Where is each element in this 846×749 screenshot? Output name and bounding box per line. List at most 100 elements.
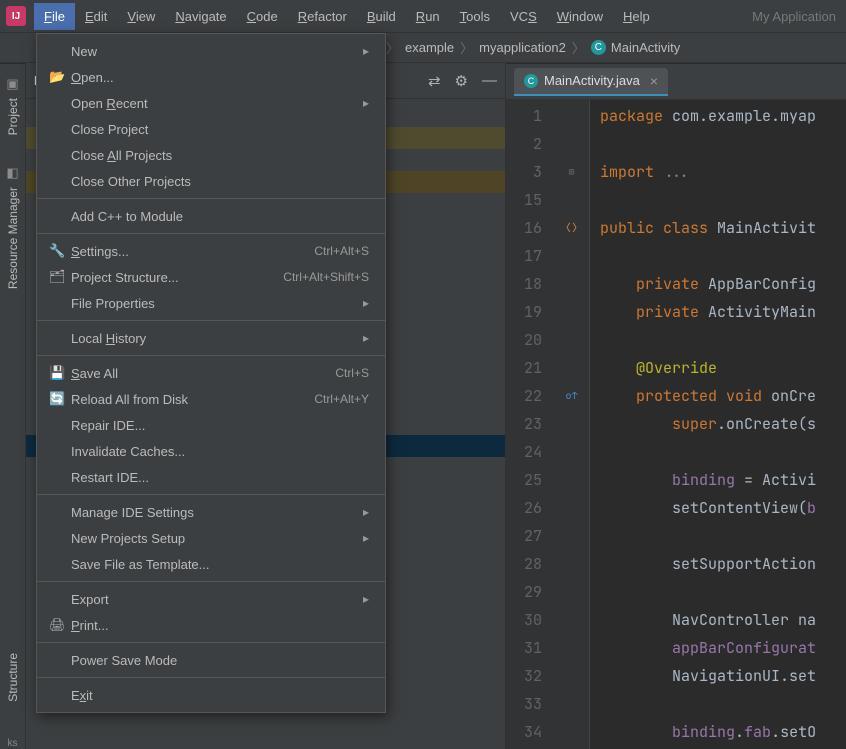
line-number: 21 xyxy=(506,354,542,382)
code-line xyxy=(600,690,846,718)
line-number: 26 xyxy=(506,494,542,522)
gutter-blank xyxy=(554,662,589,690)
menu-item-close-other-projects[interactable]: Close Other Projects xyxy=(37,168,385,194)
line-number: 25 xyxy=(506,466,542,494)
menu-item-label: Project Structure... xyxy=(71,270,283,285)
menu-item-invalidate-caches[interactable]: Invalidate Caches... xyxy=(37,438,385,464)
menu-item-label: Manage IDE Settings xyxy=(71,505,363,520)
menu-item-icon: 🗂 xyxy=(49,269,71,285)
menu-item-add-c-to-module[interactable]: Add C++ to Module xyxy=(37,203,385,229)
menu-item-label: Export xyxy=(71,592,363,607)
breadcrumb-item[interactable]: MainActivity xyxy=(611,40,680,55)
menu-tools[interactable]: Tools xyxy=(450,3,500,30)
line-number: 34 xyxy=(506,718,542,746)
menu-item-export[interactable]: Export▸ xyxy=(37,586,385,612)
gutter-fold-icon: ⊞ xyxy=(554,158,589,186)
menu-item-label: Restart IDE... xyxy=(71,470,369,485)
separator xyxy=(37,320,385,321)
close-icon[interactable]: × xyxy=(650,73,658,89)
menu-refactor[interactable]: Refactor xyxy=(288,3,357,30)
select-opened-icon[interactable]: ⇄ xyxy=(428,72,441,90)
menu-item-label: Close Project xyxy=(71,122,369,137)
menu-item-label: Repair IDE... xyxy=(71,418,369,433)
menu-item-save-file-as-template[interactable]: Save File as Template... xyxy=(37,551,385,577)
menu-item-reload-all-from-disk[interactable]: 🔄Reload All from DiskCtrl+Alt+Y xyxy=(37,386,385,412)
breadcrumb-item[interactable]: myapplication2 xyxy=(479,40,566,55)
breadcrumb-item[interactable]: example xyxy=(405,40,454,55)
gutter-blank xyxy=(554,494,589,522)
menu-item-new-projects-setup[interactable]: New Projects Setup▸ xyxy=(37,525,385,551)
menu-help[interactable]: Help xyxy=(613,3,660,30)
gutter-blank xyxy=(554,102,589,130)
line-number: 18 xyxy=(506,270,542,298)
gutter-blank xyxy=(554,298,589,326)
menu-navigate[interactable]: Navigate xyxy=(165,3,236,30)
chevron-right-icon: ▸ xyxy=(363,592,369,606)
menu-item-restart-ide[interactable]: Restart IDE... xyxy=(37,464,385,490)
menu-item-close-all-projects[interactable]: Close All Projects xyxy=(37,142,385,168)
menu-item-open-recent[interactable]: Open Recent▸ xyxy=(37,90,385,116)
rail-tab-project[interactable]: Project xyxy=(6,98,20,135)
line-number: 32 xyxy=(506,662,542,690)
gutter-blank xyxy=(554,466,589,494)
menu-code[interactable]: Code xyxy=(237,3,288,30)
code-line: private ActivityMain xyxy=(600,298,846,326)
line-number: 33 xyxy=(506,690,542,718)
class-icon: C xyxy=(591,40,606,55)
menu-item-shortcut: Ctrl+Alt+Y xyxy=(314,392,369,406)
code-line xyxy=(600,326,846,354)
menu-item-save-all[interactable]: 💾Save AllCtrl+S xyxy=(37,360,385,386)
menu-item-new[interactable]: New▸ xyxy=(37,38,385,64)
gutter-blank xyxy=(554,634,589,662)
menu-item-settings[interactable]: 🔧Settings...Ctrl+Alt+S xyxy=(37,238,385,264)
chevron-right-icon: ▸ xyxy=(363,531,369,545)
menu-item-label: Close Other Projects xyxy=(71,174,369,189)
rail-tab-resource-manager[interactable]: Resource Manager xyxy=(6,187,20,289)
editor-tab[interactable]: C MainActivity.java × xyxy=(514,68,668,96)
menu-item-power-save-mode[interactable]: Power Save Mode xyxy=(37,647,385,673)
menu-item-shortcut: Ctrl+Alt+Shift+S xyxy=(283,270,369,284)
file-menu-dropdown[interactable]: New▸📂Open...Open Recent▸ Close Project Clo… xyxy=(36,33,386,713)
line-number: 31 xyxy=(506,634,542,662)
hide-icon[interactable]: — xyxy=(482,72,497,90)
menu-window[interactable]: Window xyxy=(547,3,613,30)
menu-item-project-structure[interactable]: 🗂Project Structure...Ctrl+Alt+Shift+S xyxy=(37,264,385,290)
gutter-blank xyxy=(554,718,589,746)
menu-build[interactable]: Build xyxy=(357,3,406,30)
menu-vcs[interactable]: VCS xyxy=(500,3,547,30)
menu-item-icon: 🔄 xyxy=(49,391,71,407)
separator xyxy=(37,355,385,356)
menu-view[interactable]: View xyxy=(117,3,165,30)
menu-item-manage-ide-settings[interactable]: Manage IDE Settings▸ xyxy=(37,499,385,525)
menubar: IJ FileEditViewNavigateCodeRefactorBuild… xyxy=(0,0,846,33)
menu-file[interactable]: File xyxy=(34,3,75,30)
rail-tab-structure[interactable]: Structure xyxy=(6,653,20,702)
menu-item-label: Save File as Template... xyxy=(71,557,369,572)
menu-run[interactable]: Run xyxy=(406,3,450,30)
gutter-blank xyxy=(554,606,589,634)
menu-item-exit[interactable]: Exit xyxy=(37,682,385,708)
line-number: 2 xyxy=(506,130,542,158)
editor-body[interactable]: 1231516171819202122232425262728293031323… xyxy=(506,100,846,749)
menu-item-close-project[interactable]: Close Project xyxy=(37,116,385,142)
menu-item-icon: 💾 xyxy=(49,365,71,381)
code-line: appBarConfigurat xyxy=(600,634,846,662)
bookmarks-label[interactable]: ks xyxy=(8,738,18,749)
menu-item-file-properties[interactable]: File Properties▸ xyxy=(37,290,385,316)
menu-item-print[interactable]: 🖨Print... xyxy=(37,612,385,638)
class-icon: C xyxy=(524,74,538,88)
menu-item-local-history[interactable]: Local History▸ xyxy=(37,325,385,351)
code-line: private AppBarConfig xyxy=(600,270,846,298)
menu-item-open[interactable]: 📂Open... xyxy=(37,64,385,90)
code-area[interactable]: package com.example.myap import ... publ… xyxy=(590,100,846,749)
resource-icon: ◧ xyxy=(6,165,18,181)
tool-window-rail: ▣ Project ◧ Resource Manager Structure k… xyxy=(0,64,26,749)
code-line: binding.fab.setO xyxy=(600,718,846,746)
menu-item-repair-ide[interactable]: Repair IDE... xyxy=(37,412,385,438)
code-line: NavigationUI.set xyxy=(600,662,846,690)
line-number: 15 xyxy=(506,186,542,214)
gear-icon[interactable]: ⚙ xyxy=(455,72,468,90)
code-line: public class MainActivit xyxy=(600,214,846,242)
gutter-blank xyxy=(554,186,589,214)
menu-edit[interactable]: Edit xyxy=(75,3,117,30)
